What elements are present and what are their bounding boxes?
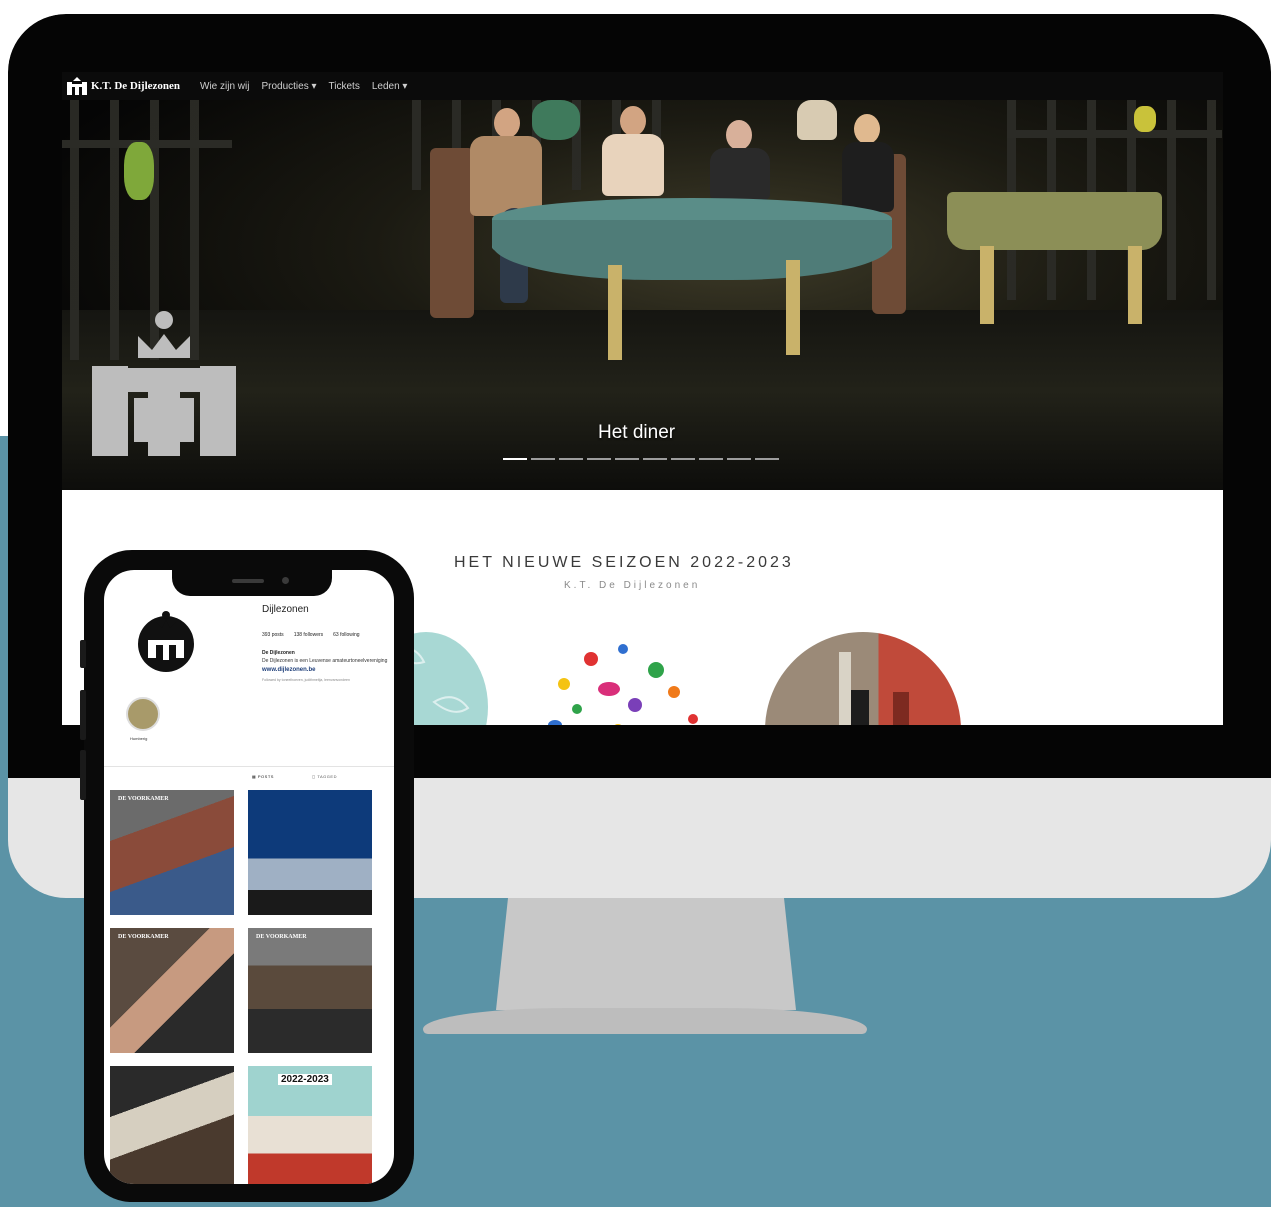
followed-by: Followed by toneelhoeven, judithmeltja, … [262,678,350,682]
stage-trellis-rail-right [1007,130,1222,138]
instagram-screen: Dijlezonen 393 posts 138 followers 63 fo… [104,570,394,1184]
carousel-indicator[interactable] [587,458,611,460]
carousel-indicator[interactable] [699,458,723,460]
carousel-indicator[interactable] [559,458,583,460]
profile-stats: 393 posts 138 followers 63 following [262,632,360,638]
slide-caption: Het diner [598,422,676,443]
hanging-plant [124,142,154,200]
table-leg [786,260,800,355]
table-leg [1128,246,1142,324]
grid-post[interactable] [110,1066,234,1184]
monitor-stand-neck [496,898,796,1010]
nav-leden[interactable]: Leden ▾ [372,81,408,92]
grid-post[interactable]: DE VOORKAMER [248,928,372,1053]
followers-count[interactable]: 138 followers [294,632,323,638]
hero-carousel[interactable]: Het diner [62,100,1223,490]
phone-button [80,750,86,800]
carousel-indicator[interactable] [671,458,695,460]
site-navbar: K.T. De Dijlezonen Wie zijn wij Producti… [62,72,1223,100]
carousel-indicator[interactable] [643,458,667,460]
following-count[interactable]: 63 following [333,632,359,638]
carousel-indicator[interactable] [727,458,751,460]
carousel-indicator[interactable] [615,458,639,460]
kt-logo-icon [67,77,87,95]
nav-wie-zijn-wij[interactable]: Wie zijn wij [200,81,249,92]
tab-posts[interactable]: ▦ POSTS [252,774,274,779]
carousel-indicator[interactable] [531,458,555,460]
nav-tickets[interactable]: Tickets [329,81,360,92]
monitor-stand-foot [423,1008,867,1034]
phone-button [80,690,86,740]
table-cloth [492,220,892,280]
grid-post[interactable]: DE VOORKAMER [110,928,234,1053]
grid-post[interactable]: 2022-2023 [248,1066,372,1184]
smartphone: Dijlezonen 393 posts 138 followers 63 fo… [80,550,414,1202]
phone-notch [172,570,332,596]
table-leg [980,246,994,324]
side-table [947,192,1162,250]
chair [430,148,474,318]
table-leg [608,265,622,360]
tab-tagged[interactable]: ◻ TAGGED [312,774,337,779]
nav-producties[interactable]: Producties ▾ [261,81,316,92]
story-highlight[interactable] [126,697,160,731]
production-thumbnail[interactable] [528,634,724,725]
production-thumbnail[interactable] [765,632,961,725]
phone-button [80,640,86,668]
posts-count: 393 posts [262,632,284,638]
grid-post[interactable] [248,790,372,915]
kt-watermark-logo [92,311,236,456]
section-title: HET NIEUWE SEIZOEN 2022-2023 [454,554,794,571]
hanging-plant [1134,106,1156,132]
grid-post[interactable]: DE VOORKAMER [110,790,234,915]
brand-name: K.T. De Dijlezonen [91,80,181,92]
profile-username: Dijlezonen [262,604,309,615]
profile-divider [104,766,394,767]
bio-text: De Dijlezonen is een Leuvense amateurton… [262,658,388,664]
carousel-indicators [503,458,779,460]
brand-link[interactable]: K.T. De Dijlezonen [66,76,188,96]
profile-avatar[interactable] [134,610,198,674]
carousel-indicator[interactable] [503,458,527,460]
green-lamp [532,100,580,140]
story-highlight-label: Humberig [130,736,148,741]
carousel-indicator[interactable] [755,458,779,460]
section-subtitle: K.T. De Dijlezonen [564,580,701,591]
bio-link[interactable]: www.dijlezonen.be [262,667,315,673]
bio-name: De Dijlezonen [262,650,295,656]
